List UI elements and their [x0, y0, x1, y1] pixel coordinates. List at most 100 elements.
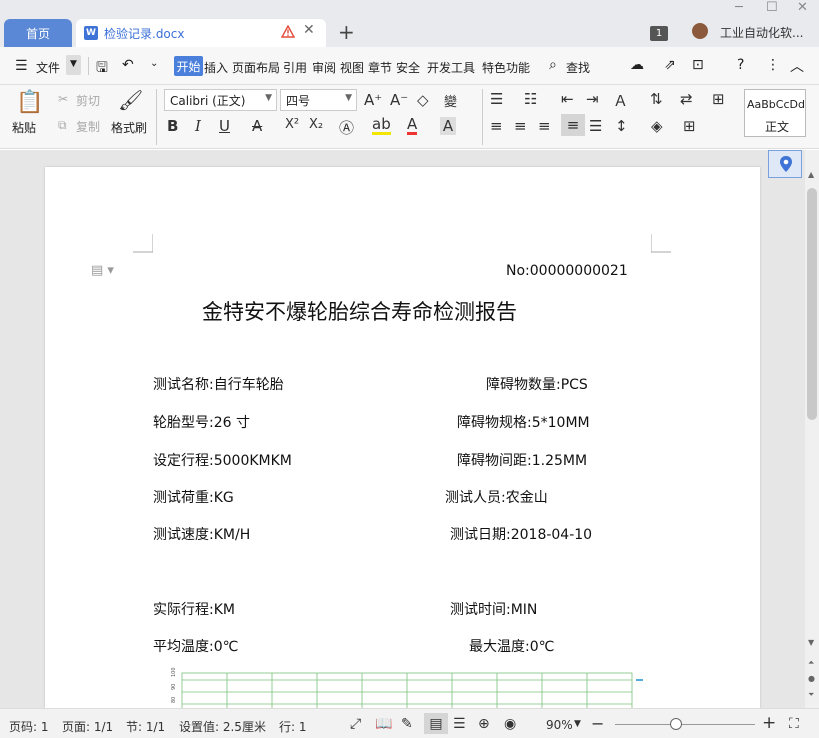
- tab-home[interactable]: 首页: [4, 19, 72, 47]
- save-icon[interactable]: 🖫: [96, 57, 108, 81]
- menu-tab-references[interactable]: 引用: [283, 59, 307, 76]
- more-icon[interactable]: ⋮: [766, 57, 780, 73]
- write-mode-icon[interactable]: ✎: [401, 716, 413, 732]
- align-left-icon[interactable]: ≡: [490, 117, 503, 135]
- menu-tab-features[interactable]: 特色功能: [482, 59, 530, 76]
- font-size-select[interactable]: 四号 ▼: [280, 89, 357, 111]
- menu-tab-view[interactable]: 视图: [340, 59, 364, 76]
- copy-icon[interactable]: ⧉: [58, 118, 67, 133]
- customize-icon[interactable]: ⌄: [150, 58, 158, 69]
- distributed-icon[interactable]: ☰: [589, 117, 602, 135]
- outline-view-icon[interactable]: ☰: [453, 716, 466, 732]
- decrease-indent-icon[interactable]: ⇤: [561, 90, 574, 108]
- subscript-icon[interactable]: X₂: [309, 117, 323, 132]
- eye-protection-icon[interactable]: ◉: [504, 716, 516, 732]
- document-page[interactable]: ▤ ▾ No:00000000021 金特安不爆轮胎综合寿命检测报告 测试名称:…: [45, 167, 760, 708]
- next-page-icon[interactable]: ⏷: [808, 690, 814, 700]
- warning-icon[interactable]: [281, 25, 295, 38]
- cut-icon[interactable]: ✂: [58, 92, 68, 106]
- justify-icon[interactable]: ≡: [561, 114, 585, 136]
- select-browse-icon[interactable]: ●: [808, 674, 815, 683]
- format-painter-button[interactable]: 格式刷: [111, 119, 147, 136]
- search-icon[interactable]: ⌕: [549, 57, 557, 73]
- status-row[interactable]: 行: 1: [279, 718, 307, 735]
- char-shading-icon[interactable]: A: [440, 117, 456, 135]
- avatar[interactable]: [692, 23, 708, 39]
- search-button[interactable]: 查找: [566, 59, 590, 76]
- read-mode-icon[interactable]: 📖: [375, 716, 392, 732]
- clear-format-icon[interactable]: ◇: [417, 91, 429, 109]
- menu-tab-home[interactable]: 开始: [174, 56, 203, 76]
- zoom-level[interactable]: 90%: [546, 718, 573, 732]
- grow-font-icon[interactable]: A⁺: [364, 91, 382, 109]
- undo-icon[interactable]: ↶: [122, 57, 134, 73]
- copy-button[interactable]: 复制: [76, 118, 100, 135]
- menu-tab-insert[interactable]: 插入: [204, 59, 228, 76]
- bullet-list-icon[interactable]: ☰: [490, 90, 503, 108]
- menu-file[interactable]: 文件: [36, 59, 60, 76]
- previous-page-icon[interactable]: ⏶: [808, 658, 814, 668]
- show-marks-icon[interactable]: ⊞: [712, 90, 725, 108]
- status-page-number[interactable]: 页码: 1: [9, 718, 49, 735]
- zoom-in-icon[interactable]: +: [762, 713, 776, 733]
- style-normal[interactable]: AaBbCcDd 正文: [744, 89, 806, 137]
- line-spacing-icon[interactable]: ⇄: [680, 90, 693, 108]
- superscript-icon[interactable]: X²: [285, 117, 299, 132]
- align-center-icon[interactable]: ≡: [514, 117, 527, 135]
- location-pin-button[interactable]: [768, 150, 802, 178]
- menu-tab-layout[interactable]: 页面布局: [232, 59, 280, 76]
- new-tab-button[interactable]: +: [338, 20, 355, 44]
- align-right-icon[interactable]: ≡: [538, 117, 551, 135]
- increase-indent-icon[interactable]: ⇥: [586, 90, 599, 108]
- vertical-scrollbar[interactable]: ▲ ▼ ⏶ ● ⏷: [805, 150, 819, 708]
- fit-window-icon[interactable]: ⛶: [789, 716, 799, 732]
- collaborate-icon[interactable]: ⊡: [692, 57, 704, 73]
- maximize-icon[interactable]: ☐: [766, 0, 778, 15]
- tab-document[interactable]: W 检验记录.docx ✕: [76, 19, 326, 47]
- shading-icon[interactable]: ◈: [651, 117, 663, 135]
- chevron-down-icon[interactable]: ▼: [66, 55, 81, 75]
- hamburger-icon[interactable]: ☰: [15, 58, 28, 74]
- text-effect-icon[interactable]: Ⓐ: [339, 117, 354, 138]
- zoom-slider-track[interactable]: [615, 724, 755, 725]
- fullscreen-icon[interactable]: ⤢: [350, 716, 361, 732]
- text-direction-icon[interactable]: Ａ: [613, 90, 628, 111]
- menu-tab-section[interactable]: 章节: [368, 59, 392, 76]
- numbered-list-icon[interactable]: ☷: [524, 90, 537, 108]
- underline-icon[interactable]: U: [219, 117, 230, 135]
- scroll-up-icon[interactable]: ▲: [808, 170, 814, 179]
- close-window-icon[interactable]: ✕: [797, 0, 808, 15]
- web-view-icon[interactable]: ⊕: [478, 716, 490, 732]
- shrink-font-icon[interactable]: A⁻: [390, 91, 408, 109]
- menu-tab-review[interactable]: 审阅: [312, 59, 336, 76]
- collapse-ribbon-icon[interactable]: ︿: [790, 56, 804, 76]
- page-view-icon[interactable]: ▤: [424, 713, 448, 734]
- user-name[interactable]: 工业自动化软...: [720, 24, 803, 41]
- minimize-icon[interactable]: ─: [735, 0, 743, 15]
- phonetic-icon[interactable]: 變: [444, 91, 457, 110]
- highlight-icon[interactable]: ab: [372, 117, 391, 135]
- paragraph-settings-icon[interactable]: ▤ ▾: [91, 263, 114, 278]
- scroll-down-icon[interactable]: ▼: [808, 638, 814, 647]
- help-icon[interactable]: ?: [737, 57, 744, 73]
- format-painter-icon[interactable]: 🖌: [118, 88, 143, 112]
- paste-icon[interactable]: 📋: [16, 90, 43, 115]
- zoom-out-icon[interactable]: −: [591, 714, 604, 733]
- scroll-thumb[interactable]: [807, 188, 817, 420]
- bold-icon[interactable]: B: [167, 117, 178, 135]
- font-color-icon[interactable]: A: [407, 117, 418, 135]
- status-setting[interactable]: 设置值: 2.5厘米: [179, 718, 266, 735]
- italic-icon[interactable]: I: [195, 117, 201, 135]
- close-tab-icon[interactable]: ✕: [303, 22, 315, 38]
- cut-button[interactable]: 剪切: [76, 92, 100, 109]
- status-pages[interactable]: 页面: 1/1: [62, 718, 113, 735]
- menu-tab-security[interactable]: 安全: [396, 59, 420, 76]
- share-icon[interactable]: ⇗: [664, 57, 676, 73]
- chevron-down-icon[interactable]: ▼: [574, 719, 581, 729]
- cloud-icon[interactable]: ☁: [630, 57, 644, 73]
- borders-icon[interactable]: ⊞: [683, 117, 696, 135]
- menu-tab-developer[interactable]: 开发工具: [427, 59, 475, 76]
- strikethrough-icon[interactable]: A: [252, 117, 262, 135]
- sort-icon[interactable]: ⇅: [650, 90, 663, 108]
- status-section[interactable]: 节: 1/1: [126, 718, 165, 735]
